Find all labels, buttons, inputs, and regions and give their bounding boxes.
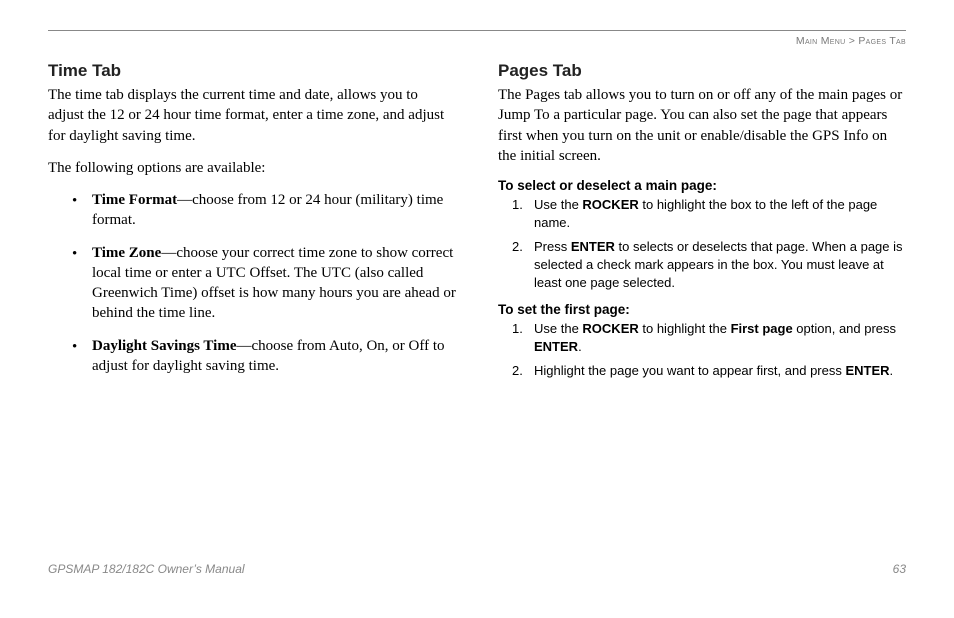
key-enter: ENTER	[845, 363, 889, 378]
step-text: option, and press	[793, 321, 896, 336]
first-page-steps: Use the ROCKER to highlight the First pa…	[498, 320, 906, 380]
step-item: Use the ROCKER to highlight the box to t…	[520, 196, 906, 232]
step-text: .	[890, 363, 894, 378]
option-term: Time Format	[92, 192, 177, 208]
manual-title: GPSMAP 182/182C Owner’s Manual	[48, 562, 245, 576]
key-rocker: ROCKER	[582, 197, 638, 212]
key-enter: ENTER	[534, 339, 578, 354]
breadcrumb-parent: Main Menu	[796, 35, 846, 47]
step-text: to highlight the	[639, 321, 731, 336]
breadcrumb-current: Pages Tab	[858, 35, 906, 47]
first-page-heading: To set the first page:	[498, 302, 906, 317]
option-term: Time Zone	[92, 245, 161, 261]
step-item: Highlight the page you want to appear fi…	[520, 362, 906, 380]
step-item: Press ENTER to selects or deselects that…	[520, 238, 906, 292]
option-time-format: Time Format—choose from 12 or 24 hour (m…	[76, 190, 456, 231]
right-column: Pages Tab The Pages tab allows you to tu…	[498, 61, 906, 390]
option-term: Daylight Savings Time	[92, 338, 236, 354]
step-text: Highlight the page you want to appear fi…	[534, 363, 845, 378]
step-item: Use the ROCKER to highlight the First pa…	[520, 320, 906, 356]
page-number: 63	[893, 562, 906, 576]
time-tab-intro: The time tab displays the current time a…	[48, 85, 456, 146]
select-page-steps: Use the ROCKER to highlight the box to t…	[498, 196, 906, 292]
header-rule	[48, 30, 906, 31]
pages-tab-heading: Pages Tab	[498, 61, 906, 81]
key-rocker: ROCKER	[582, 321, 638, 336]
key-enter: ENTER	[571, 239, 615, 254]
breadcrumb-sep: >	[845, 35, 858, 47]
key-first-page: First page	[731, 321, 793, 336]
option-time-zone: Time Zone—choose your correct time zone …	[76, 243, 456, 324]
time-tab-heading: Time Tab	[48, 61, 456, 81]
time-tab-avail: The following options are available:	[48, 158, 456, 178]
step-text: Use the	[534, 321, 582, 336]
step-text: Press	[534, 239, 571, 254]
left-column: Time Tab The time tab displays the curre…	[48, 61, 456, 390]
pages-tab-intro: The Pages tab allows you to turn on or o…	[498, 85, 906, 166]
breadcrumb: Main Menu > Pages Tab	[48, 35, 906, 47]
step-text: Use the	[534, 197, 582, 212]
option-daylight: Daylight Savings Time—choose from Auto, …	[76, 336, 456, 377]
select-page-heading: To select or deselect a main page:	[498, 178, 906, 193]
page-footer: GPSMAP 182/182C Owner’s Manual 63	[48, 562, 906, 576]
content-columns: Time Tab The time tab displays the curre…	[48, 61, 906, 390]
time-tab-options: Time Format—choose from 12 or 24 hour (m…	[48, 190, 456, 376]
step-text: .	[578, 339, 582, 354]
